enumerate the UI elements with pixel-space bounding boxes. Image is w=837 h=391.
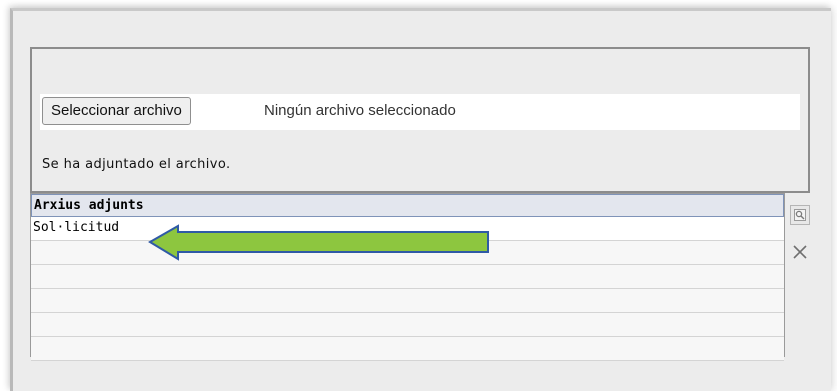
delete-button[interactable] <box>790 242 810 262</box>
file-status-text: Ningún archivo seleccionado <box>264 102 456 119</box>
attachments-list: Arxius adjunts Sol·licitud <box>30 193 785 361</box>
preview-button[interactable] <box>790 205 810 225</box>
select-file-button[interactable]: Seleccionar archivo <box>42 97 191 125</box>
upload-panel: Seleccionar archivo Ningún archivo selec… <box>30 47 810 193</box>
attachment-message: Se ha adjuntado el archivo. <box>42 157 231 172</box>
magnifier-icon <box>794 209 806 221</box>
close-icon <box>793 245 807 259</box>
list-item[interactable] <box>31 313 784 337</box>
list-item[interactable] <box>31 337 784 361</box>
attachments-header: Arxius adjunts <box>31 194 784 217</box>
list-item[interactable] <box>31 265 784 289</box>
list-item[interactable] <box>31 289 784 313</box>
arrow-left-icon <box>148 224 489 261</box>
file-input[interactable]: Seleccionar archivo Ningún archivo selec… <box>40 94 800 130</box>
